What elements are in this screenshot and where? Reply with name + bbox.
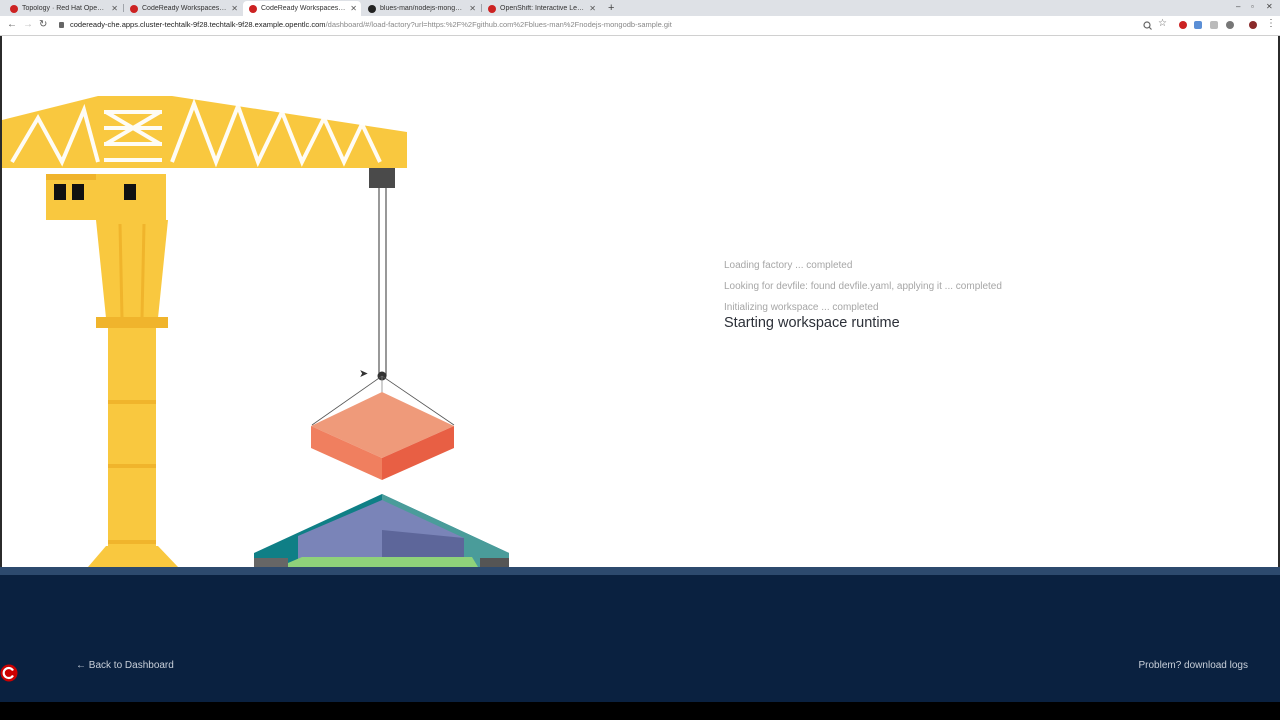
factory-loader-page: Loading factory ... completed Looking fo… (2, 36, 1278, 567)
bookmark-star-icon[interactable]: ☆ (1158, 18, 1167, 29)
status-current-step: Starting workspace runtime (724, 315, 900, 331)
window-close-icon[interactable]: ✕ (1266, 2, 1273, 11)
extension-red-icon[interactable] (1179, 21, 1187, 29)
lock-icon (59, 22, 64, 28)
workspace-status-list: Loading factory ... completed Looking fo… (724, 260, 1002, 338)
minimize-icon[interactable]: – (1236, 2, 1240, 11)
menu-kebab-icon[interactable]: ⋮ (1266, 18, 1276, 29)
tab-github[interactable]: blues-man/nodejs-mongodb-sample ✕ (362, 1, 480, 16)
mouse-cursor-icon: ➤ (359, 368, 369, 380)
extension-gray-icon[interactable] (1210, 21, 1218, 29)
close-icon[interactable]: ✕ (469, 4, 476, 13)
extension-blue-icon[interactable] (1194, 21, 1202, 29)
browser-tab-strip: Topology · Red Hat OpenShift ✕ CodeReady… (0, 0, 1280, 16)
screen-bottom-bar (0, 702, 1280, 720)
download-logs-link[interactable]: Problem? download logs (1138, 660, 1248, 671)
codeready-favicon-icon (249, 4, 257, 13)
address-bar[interactable]: codeready-che.apps.cluster-techtalk-9f28… (70, 20, 672, 29)
che-logo-icon[interactable] (0, 664, 18, 682)
status-step-devfile: Looking for devfile: found devfile.yaml,… (724, 281, 1002, 292)
codeready-favicon-icon (130, 4, 138, 13)
new-tab-button[interactable]: + (608, 2, 614, 14)
close-icon[interactable]: ✕ (350, 4, 357, 13)
reload-icon[interactable]: ↻ (39, 19, 47, 31)
zoom-icon[interactable] (1143, 21, 1152, 30)
tab-interactive-learning[interactable]: OpenShift: Interactive Learning ✕ (482, 1, 600, 16)
tab-factory[interactable]: CodeReady Workspaces | Factory ✕ (243, 1, 361, 16)
back-arrow-icon[interactable]: ← (7, 19, 17, 31)
restore-icon[interactable]: ▫ (1251, 2, 1254, 11)
forward-arrow-icon[interactable]: → (23, 19, 33, 31)
crane-illustration (2, 96, 509, 567)
extension-dark-icon[interactable] (1226, 21, 1234, 29)
openshift-favicon-icon (10, 4, 18, 13)
tab-topology[interactable]: Topology · Red Hat OpenShift ✕ (4, 1, 122, 16)
close-icon[interactable]: ✕ (111, 4, 118, 13)
address-toolbar: ← → ↻ codeready-che.apps.cluster-techtal… (0, 16, 1280, 36)
profile-avatar-icon[interactable] (1249, 21, 1257, 29)
status-step-loading-factory: Loading factory ... completed (724, 260, 853, 271)
github-favicon-icon (368, 4, 376, 13)
footer-divider (0, 567, 1280, 575)
url-path: /dashboard/#/load-factory?url=https:%2F%… (325, 20, 672, 29)
close-icon[interactable]: ✕ (231, 4, 238, 13)
url-host: codeready-che.apps.cluster-techtalk-9f28… (70, 20, 326, 29)
close-icon[interactable]: ✕ (589, 4, 596, 13)
loader-footer: ← Back to Dashboard Problem? download lo… (0, 575, 1280, 702)
openshift-favicon-icon (488, 4, 496, 13)
back-to-dashboard-link[interactable]: ← Back to Dashboard (76, 660, 174, 671)
tab-dashboard[interactable]: CodeReady Workspaces | Dashboard ✕ (124, 1, 242, 16)
